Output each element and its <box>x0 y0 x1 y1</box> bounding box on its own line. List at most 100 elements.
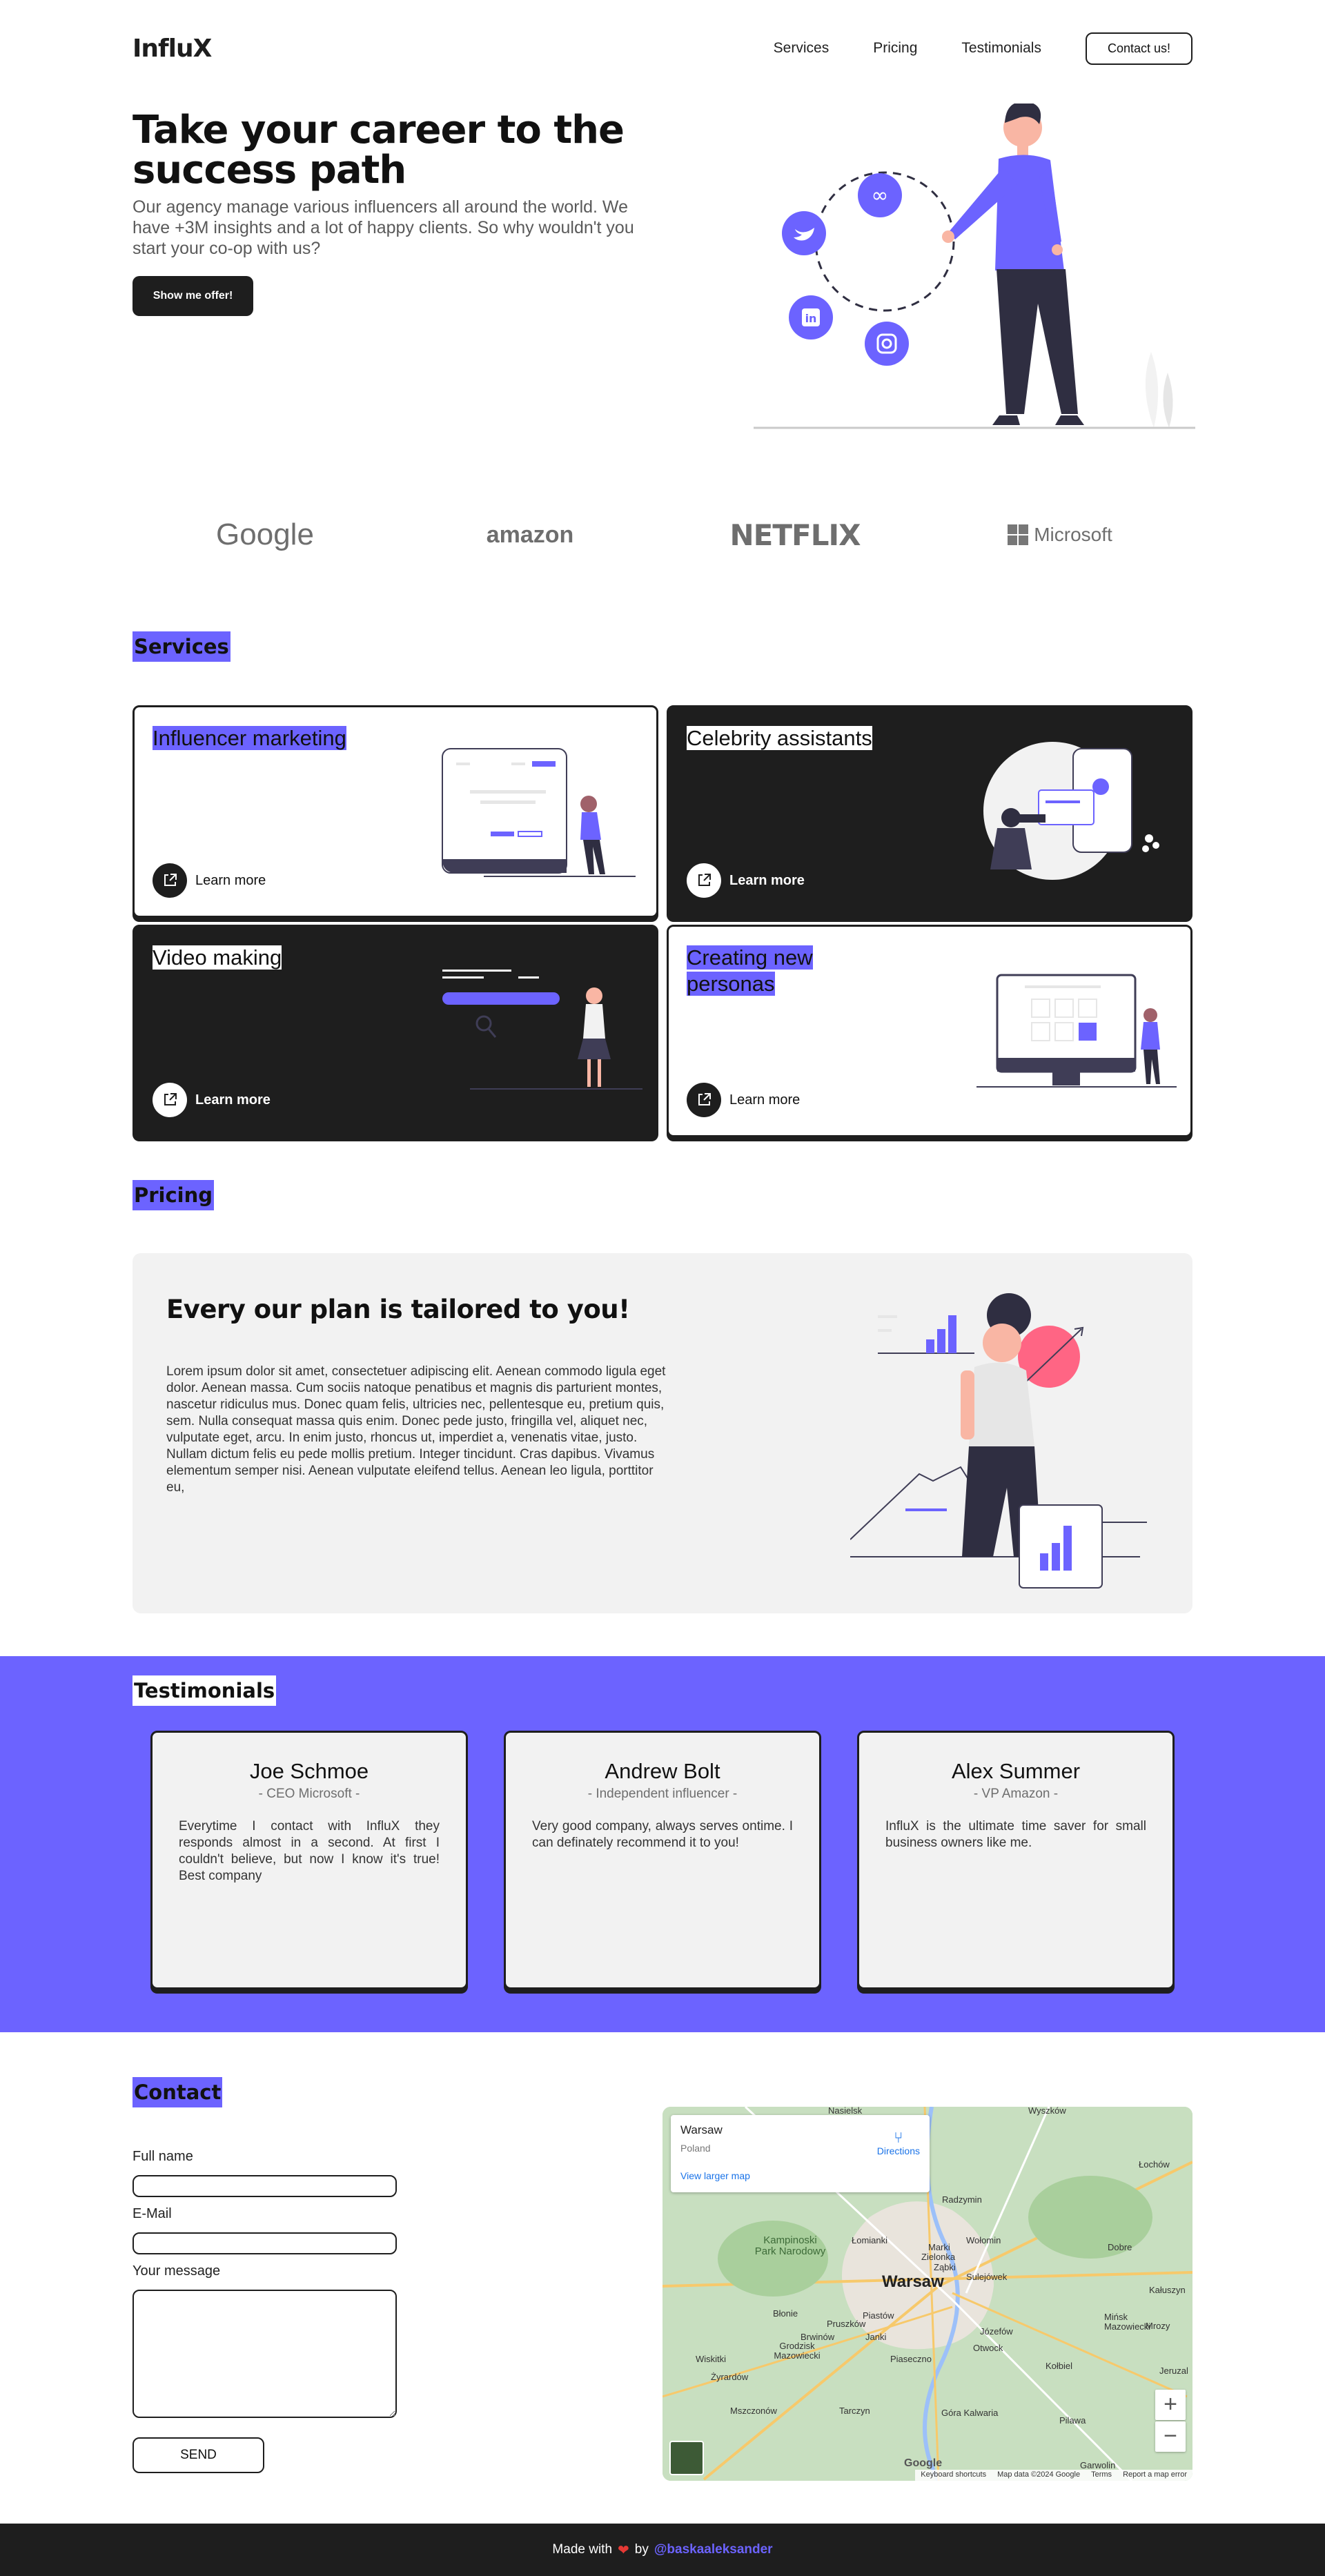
amazon-logo: amazon <box>486 521 574 548</box>
microsoft-logo: Microsoft <box>956 524 1164 546</box>
report-error-link[interactable]: Report a map error <box>1123 2470 1187 2480</box>
map-town: Łomianki <box>852 2235 888 2245</box>
service-card-influencer[interactable]: Influencer marketing Learn more <box>132 705 658 918</box>
brand-logos: Google amazon NETFLIX Microsoft <box>132 504 1192 566</box>
email-input[interactable] <box>132 2232 397 2254</box>
map-town: Sulejówek <box>966 2272 1008 2282</box>
site-header: InfluX Services Pricing Testimonials Con… <box>132 28 1192 69</box>
map-town: Łochów <box>1139 2159 1170 2170</box>
learn-more-link[interactable]: Learn more <box>687 1083 800 1117</box>
contact-us-button[interactable]: Contact us! <box>1085 32 1192 65</box>
map-town: Jeruzal <box>1159 2366 1188 2376</box>
learn-more-link[interactable]: Learn more <box>153 1083 271 1117</box>
map-town: Garwolin <box>1080 2460 1116 2470</box>
testimonial-card: Joe Schmoe - CEO Microsoft - Everytime I… <box>150 1731 468 1989</box>
pricing-heading: Pricing <box>132 1180 215 1210</box>
contact-heading: Contact <box>132 2077 223 2107</box>
map-type-toggle[interactable] <box>669 2441 704 2475</box>
hero-text: Our agency manage various influencers al… <box>132 197 634 258</box>
testimonial-text: Everytime I contact with InfluX they res… <box>179 1819 440 1883</box>
message-label: Your message <box>132 2263 221 2279</box>
testimonial-card: Andrew Bolt - Independent influencer - V… <box>504 1731 821 1989</box>
map-town: Janki <box>865 2332 887 2342</box>
map-town: Ząbki <box>934 2262 956 2272</box>
map-footer: Keyboard shortcuts Map data ©2024 Google… <box>915 2470 1192 2481</box>
service-card-personas[interactable]: Creating new personas Learn more <box>667 925 1192 1137</box>
map-town: Wołomin <box>966 2235 1001 2245</box>
instagram-icon <box>865 322 909 366</box>
zoom-in-button[interactable]: + <box>1155 2390 1186 2420</box>
pricing-illustration <box>850 1293 1147 1589</box>
map-town: Józefów <box>980 2326 1013 2337</box>
main-nav: Services Pricing Testimonials Contact us… <box>774 32 1192 65</box>
keyboard-shortcuts-link[interactable]: Keyboard shortcuts <box>921 2470 986 2480</box>
zoom-out-button[interactable]: − <box>1155 2421 1186 2452</box>
show-offer-button[interactable]: Show me offer! <box>132 276 253 316</box>
service-card-celebrity[interactable]: Celebrity assistants Learn more <box>667 705 1192 918</box>
microsoft-grid-icon <box>1008 524 1029 545</box>
map-town: Piastów <box>863 2310 894 2321</box>
map-town: Radzymin <box>942 2194 982 2205</box>
testimonial-name: Joe Schmoe <box>249 1759 369 1783</box>
service-card-video[interactable]: Video making Learn more <box>132 925 658 1137</box>
heart-icon: ❤ <box>618 2542 629 2558</box>
map-town: Zielonka <box>921 2252 956 2262</box>
terms-link[interactable]: Terms <box>1091 2470 1112 2480</box>
testimonial-text: InfluX is the ultimate time saver for sm… <box>885 1819 1146 1850</box>
google-logo: Google <box>216 518 314 551</box>
map-town: Wiskitki <box>696 2354 727 2364</box>
testimonial-role: - CEO Microsoft - <box>258 1787 360 1801</box>
map-town: Mrozy <box>1146 2321 1170 2331</box>
logo[interactable]: InfluX <box>132 35 212 63</box>
map-data-credit: Map data ©2024 Google <box>997 2470 1081 2479</box>
svg-text:in: in <box>805 312 817 325</box>
author-link[interactable]: @baskaaleksander <box>654 2542 773 2557</box>
send-button[interactable]: SEND <box>132 2437 264 2473</box>
video-illustration <box>442 970 642 1090</box>
map-town: Piaseczno <box>890 2354 932 2364</box>
service-title: Creating new personas <box>687 945 894 997</box>
directions-icon: ⑂ <box>894 2129 903 2146</box>
influencer-illustration <box>442 748 636 877</box>
testimonial-card: Alex Summer - VP Amazon - InfluX is the … <box>857 1731 1175 1989</box>
map-town: Góra Kalwaria <box>941 2408 999 2418</box>
testimonials-section: Testimonials Joe Schmoe - CEO Microsoft … <box>0 1656 1325 2032</box>
nav-pricing[interactable]: Pricing <box>873 40 917 57</box>
directions-button[interactable]: ⑂ Directions <box>877 2129 920 2157</box>
learn-more-link[interactable]: Learn more <box>153 863 266 898</box>
learn-more-label: Learn more <box>195 872 266 888</box>
footer-made-with: Made with <box>552 2542 613 2557</box>
service-title-text: Video making <box>153 945 282 970</box>
map-embed[interactable]: Warsaw Nasielsk Wyszków Radzymin Łochów … <box>662 2107 1192 2481</box>
external-link-icon <box>153 1083 187 1117</box>
pricing-text: Lorem ipsum dolor sit amet, consectetuer… <box>166 1364 666 1495</box>
learn-more-label: Learn more <box>729 872 805 888</box>
map-town: Pilawa <box>1059 2415 1086 2426</box>
service-title-text: Creating new personas <box>687 945 813 996</box>
full-name-input[interactable] <box>132 2175 397 2197</box>
map-town: Żyrardów <box>711 2372 749 2382</box>
hero-section: Take your career to the success path Our… <box>132 104 1195 449</box>
footer-by: by <box>634 2542 649 2557</box>
map-town: Otwock <box>973 2343 1003 2353</box>
service-title-text: Celebrity assistants <box>687 726 872 750</box>
map-city-label: Warsaw <box>882 2272 944 2291</box>
full-name-label: Full name <box>132 2149 193 2164</box>
map-town: Kampinoski Park Narodowy <box>754 2234 826 2257</box>
services-grid: Influencer marketing Learn more Celebrit… <box>132 705 1192 1140</box>
service-title: Influencer marketing <box>153 725 360 751</box>
microsoft-wordmark: Microsoft <box>1034 524 1112 545</box>
service-title: Video making <box>153 945 360 971</box>
service-title-text: Influencer marketing <box>153 726 346 750</box>
testimonial-name: Alex Summer <box>951 1759 1081 1783</box>
personas-illustration <box>976 974 1177 1088</box>
learn-more-link[interactable]: Learn more <box>687 863 805 898</box>
map-town: Błonie <box>773 2308 798 2319</box>
nav-services[interactable]: Services <box>774 40 830 57</box>
message-textarea[interactable] <box>132 2290 397 2418</box>
map-town: Mszczonów <box>730 2406 777 2416</box>
nav-testimonials[interactable]: Testimonials <box>961 40 1041 57</box>
map-town: Kołbiel <box>1046 2361 1073 2371</box>
service-title: Celebrity assistants <box>687 725 894 751</box>
view-larger-map-link[interactable]: View larger map <box>680 2170 920 2181</box>
